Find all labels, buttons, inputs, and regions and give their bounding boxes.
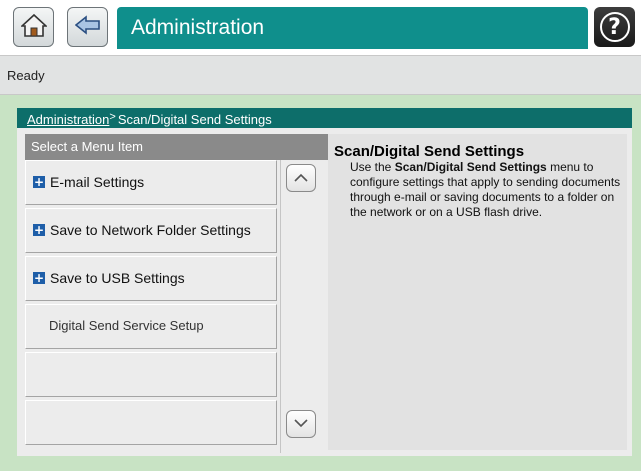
menu-item-usb-settings[interactable]: + Save to USB Settings xyxy=(25,256,277,301)
chevron-up-icon xyxy=(294,169,308,187)
menu-item-empty xyxy=(25,352,277,397)
menu-item-label: Save to Network Folder Settings xyxy=(50,222,251,238)
menu-scrollbar[interactable] xyxy=(280,160,320,453)
description-bold: Scan/Digital Send Settings xyxy=(394,160,547,174)
main-area: Administration> Scan/Digital Send Setting… xyxy=(0,95,641,471)
scroll-up-button[interactable] xyxy=(286,164,316,192)
title-bar: Administration xyxy=(117,7,588,49)
chevron-down-icon xyxy=(294,415,308,433)
description-panel: Scan/Digital Send Settings Use the Scan/… xyxy=(328,134,627,450)
breadcrumb: Administration> Scan/Digital Send Setting… xyxy=(17,108,632,128)
menu-item-digital-send-service-setup[interactable]: Digital Send Service Setup xyxy=(25,304,277,349)
menu-item-label: E-mail Settings xyxy=(50,174,145,190)
expand-plus-icon: + xyxy=(33,223,45,237)
description-text: Use the Scan/Digital Send Settings menu … xyxy=(350,160,622,220)
status-bar: Ready xyxy=(0,55,641,95)
help-icon: ? xyxy=(599,12,630,42)
header-bar: Administration ? xyxy=(0,0,641,55)
menu-item-email-settings[interactable]: + E-mail Settings xyxy=(25,160,277,205)
menu-header-label: Select a Menu Item xyxy=(31,139,143,154)
status-text: Ready xyxy=(7,68,45,83)
home-button[interactable] xyxy=(13,7,54,47)
content-panel: Select a Menu Item + E-mail Settings + S… xyxy=(17,128,632,456)
menu-item-empty xyxy=(25,400,277,445)
menu-header: Select a Menu Item xyxy=(25,134,341,160)
breadcrumb-separator: > xyxy=(109,111,116,123)
scroll-down-button[interactable] xyxy=(286,410,316,438)
menu-item-network-folder-settings[interactable]: + Save to Network Folder Settings xyxy=(25,208,277,253)
expand-plus-icon: + xyxy=(33,271,45,285)
help-button[interactable]: ? xyxy=(594,7,635,47)
menu-item-label: Digital Send Service Setup xyxy=(49,318,204,333)
breadcrumb-current: Scan/Digital Send Settings xyxy=(117,112,272,127)
breadcrumb-root-link[interactable]: Administration xyxy=(27,112,109,127)
home-icon xyxy=(19,13,48,42)
page-title: Administration xyxy=(131,16,265,39)
back-button[interactable] xyxy=(67,7,108,47)
menu-item-label: Save to USB Settings xyxy=(50,270,185,286)
expand-plus-icon: + xyxy=(33,175,45,189)
description-title: Scan/Digital Send Settings xyxy=(334,143,525,160)
description-prefix: Use the xyxy=(350,160,395,174)
back-arrow-icon xyxy=(74,14,101,40)
